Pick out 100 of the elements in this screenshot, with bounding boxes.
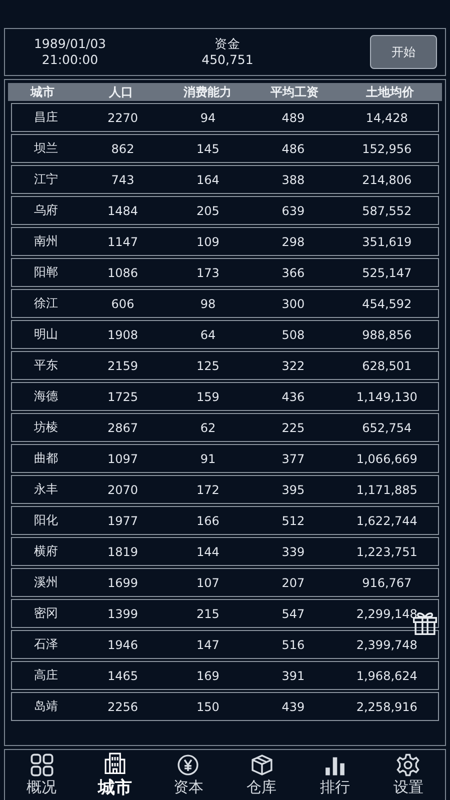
table-cell-text: 乌府 xyxy=(33,202,60,219)
table-cell-text: 横府 xyxy=(33,543,60,560)
city-row[interactable]: 石泽 1946 147 516 2,399,748 xyxy=(11,630,439,659)
table-cell-text: 207 xyxy=(280,576,306,590)
table-cell-text: 152,956 xyxy=(361,142,413,156)
city-row[interactable]: 密冈 1399 215 547 2,299,148 xyxy=(11,599,439,628)
table-cell-text: 988,856 xyxy=(361,328,413,342)
nav-tab[interactable]: 城市 xyxy=(84,750,145,800)
table-cell-text: 516 xyxy=(280,638,306,652)
table-cell-text: 169 xyxy=(196,668,220,682)
table-cell-text: 454,592 xyxy=(361,296,413,310)
table-cell-text: 2270 xyxy=(106,110,140,124)
city-row[interactable]: 高庄 1465 169 391 1,968,624 xyxy=(11,661,439,690)
table-cell-text: 145 xyxy=(196,142,220,156)
city-row[interactable]: 昌庄 2270 94 489 14,428 xyxy=(11,103,439,132)
table-cell-text: 436 xyxy=(280,390,306,404)
city-row[interactable]: 阳郸 1086 173 366 525,147 xyxy=(11,258,439,287)
table-cell-text: 1,968,624 xyxy=(355,668,418,682)
city-row[interactable]: 坝兰 862 145 486 152,956 xyxy=(11,134,439,163)
funds-label: 资金 xyxy=(214,36,240,52)
table-cell-text: 岛靖 xyxy=(33,698,60,715)
table-cell-text: 坝兰 xyxy=(33,140,60,157)
table-cell-text: 溪州 xyxy=(33,574,60,591)
table-cell-text: 永丰 xyxy=(33,481,60,498)
table-cell-text: 172 xyxy=(196,482,220,496)
city-row[interactable]: 溪州 1699 107 207 916,767 xyxy=(11,568,439,597)
start-button[interactable]: 开始 xyxy=(370,35,437,69)
table-cell-text: 明山 xyxy=(33,326,60,343)
table-cell-text: 1,622,744 xyxy=(355,514,418,528)
table-cell-text: 14,428 xyxy=(364,110,409,124)
settings-icon xyxy=(396,753,420,777)
grid-icon xyxy=(30,753,54,777)
city-row[interactable]: 明山 1908 64 508 988,856 xyxy=(11,320,439,349)
city-row[interactable]: 岛靖 2256 150 439 2,258,916 xyxy=(11,692,439,721)
table-cell-text: 107 xyxy=(196,576,220,590)
table-cell-text: 94 xyxy=(199,110,217,124)
table-cell-text: 351,619 xyxy=(361,234,413,248)
table-cell-text: 388 xyxy=(280,172,306,186)
table-cell-text: 海德 xyxy=(33,388,60,405)
city-row[interactable]: 永丰 2070 172 395 1,171,885 xyxy=(11,475,439,504)
time-text: 21:00:00 xyxy=(42,52,98,68)
box-icon xyxy=(250,753,274,777)
table-cell-text: 173 xyxy=(196,266,220,280)
table-cell-text: 298 xyxy=(280,234,306,248)
table-cell-text: 98 xyxy=(199,296,217,310)
table-cell-text: 昌庄 xyxy=(33,109,60,126)
table-cell-text: 石泽 xyxy=(33,636,60,653)
city-row[interactable]: 横府 1819 144 339 1,223,751 xyxy=(11,537,439,566)
table-cell-text: 64 xyxy=(199,328,217,342)
column-header: 消费能力 xyxy=(182,84,233,100)
table-cell-text: 1,149,130 xyxy=(355,390,418,404)
table-cell-text: 486 xyxy=(280,142,306,156)
table-cell-text: 阳化 xyxy=(33,512,60,529)
city-row[interactable]: 乌府 1484 205 639 587,552 xyxy=(11,196,439,225)
table-cell-text: 525,147 xyxy=(361,266,413,280)
city-row[interactable]: 平东 2159 125 322 628,501 xyxy=(11,351,439,380)
table-cell-text: 214,806 xyxy=(361,172,413,186)
table-cell-text: 密冈 xyxy=(33,605,60,622)
table-cell-text: 166 xyxy=(196,514,220,528)
table-cell-text: 395 xyxy=(280,482,306,496)
city-row[interactable]: 阳化 1977 166 512 1,622,744 xyxy=(11,506,439,535)
city-row[interactable]: 海德 1725 159 436 1,149,130 xyxy=(11,382,439,411)
city-row[interactable]: 曲都 1097 91 377 1,066,669 xyxy=(11,444,439,473)
city-row[interactable]: 南州 1147 109 298 351,619 xyxy=(11,227,439,256)
table-cell-text: 1,223,751 xyxy=(355,544,418,558)
nav-tab[interactable]: 资本 xyxy=(158,750,218,800)
table-cell-text: 322 xyxy=(280,358,306,372)
table-cell-text: 508 xyxy=(280,328,306,342)
table-cell-text: 2070 xyxy=(106,482,140,496)
table-cell-text: 215 xyxy=(196,606,220,620)
table-cell-text: 512 xyxy=(280,514,306,528)
table-cell-text: 1699 xyxy=(106,576,140,590)
table-cell-text: 916,767 xyxy=(361,576,413,590)
table-cell-text: 1725 xyxy=(106,390,140,404)
table-cell-text: 91 xyxy=(199,452,217,466)
table-cell-text: 652,754 xyxy=(361,420,413,434)
table-cell-text: 628,501 xyxy=(361,358,413,372)
column-header: 人口 xyxy=(108,84,134,100)
city-row[interactable]: 江宁 743 164 388 214,806 xyxy=(11,165,439,194)
nav-tab[interactable]: 排行 xyxy=(304,750,365,800)
table-cell-text: 205 xyxy=(196,204,220,218)
city-row[interactable]: 坊棱 2867 62 225 652,754 xyxy=(11,413,439,442)
table-cell-text: 587,552 xyxy=(361,204,413,218)
table-cell-text: 164 xyxy=(196,172,220,186)
table-cell-text: 391 xyxy=(280,668,306,682)
table-cell-text: 江宁 xyxy=(33,171,60,188)
city-row[interactable]: 徐江 606 98 300 454,592 xyxy=(11,289,439,318)
nav-tab[interactable]: 设置 xyxy=(378,750,438,800)
nav-tab[interactable]: 仓库 xyxy=(232,750,292,800)
buildings-icon xyxy=(102,751,127,775)
funds-value: 450,751 xyxy=(202,52,254,68)
table-cell-text: 1097 xyxy=(106,452,140,466)
table-cell-text: 2159 xyxy=(106,358,140,372)
table-cell-text: 62 xyxy=(199,420,217,434)
table-cell-text: 2256 xyxy=(106,700,140,714)
table-cell-text: 1086 xyxy=(106,266,140,280)
table-cell-text: 2,299,148 xyxy=(355,606,418,620)
table-cell-text: 743 xyxy=(110,172,136,186)
nav-tab[interactable]: 概况 xyxy=(12,750,72,800)
table-cell-text: 1484 xyxy=(106,204,140,218)
